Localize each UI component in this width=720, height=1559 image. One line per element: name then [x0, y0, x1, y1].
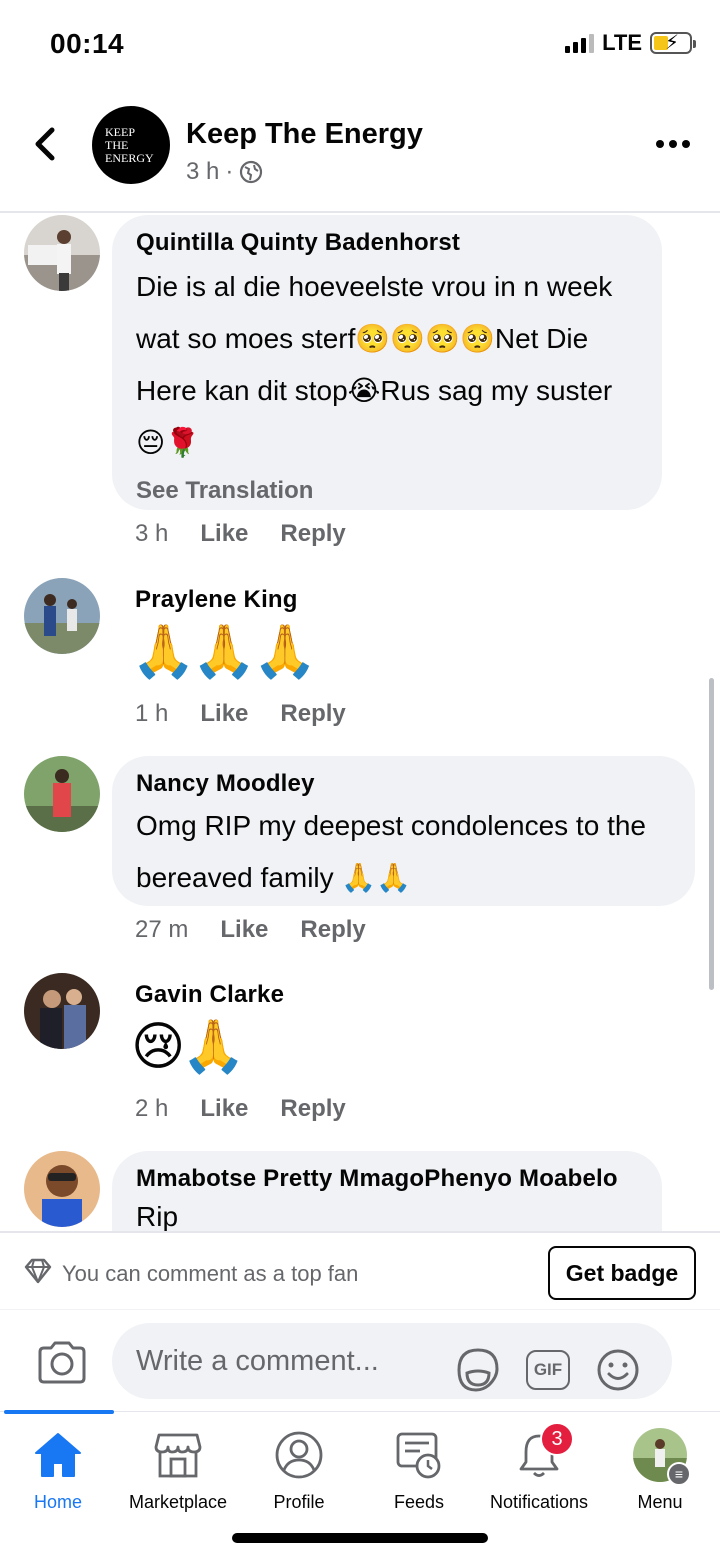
scrollbar[interactable]	[709, 678, 714, 990]
comment-author[interactable]: Quintilla Quinty Badenhorst	[136, 229, 638, 257]
menu-avatar: ≡	[633, 1428, 691, 1486]
avatar[interactable]	[24, 973, 100, 1049]
feeds-icon	[392, 1428, 446, 1482]
post-time: 3 h	[186, 158, 220, 185]
page-name[interactable]: Keep The Energy	[186, 118, 423, 151]
diamond-icon	[24, 1258, 52, 1284]
status-time: 00:14	[50, 28, 125, 59]
get-badge-button[interactable]: Get badge	[548, 1246, 696, 1300]
dot	[682, 140, 690, 148]
reply-button[interactable]: Reply	[280, 520, 345, 548]
comment-text: Die is al die hoeveelste vrou in n week …	[136, 271, 613, 458]
comment-author[interactable]: Praylene King	[135, 586, 313, 614]
chevron-left-icon	[35, 127, 55, 161]
comment-body[interactable]: Praylene King 🙏🙏🙏	[131, 586, 317, 684]
battery-icon: ⚡	[650, 32, 696, 54]
nav-label: Feeds	[393, 1492, 445, 1512]
profile-icon	[272, 1428, 326, 1482]
comment-actions: 1 h Like Reply	[135, 700, 346, 728]
sticker-icon	[457, 1348, 499, 1392]
dot	[656, 140, 664, 148]
meta-separator: ·	[225, 158, 234, 185]
nav-label: Profile	[273, 1492, 325, 1512]
comment-author[interactable]: Nancy Moodley	[136, 770, 671, 798]
like-button[interactable]: Like	[200, 700, 248, 728]
comment-time: 2 h	[135, 1095, 169, 1122]
nav-menu[interactable]: ≡ Menu	[600, 1428, 720, 1513]
status-icons: LTE ⚡	[565, 30, 696, 56]
comment-author[interactable]: Mmabotse Pretty MmagoPhenyo Moabelo	[136, 1165, 638, 1193]
page-logo[interactable]: KEEP THE ENERGY	[92, 106, 170, 184]
globe-icon	[240, 160, 263, 184]
marketplace-icon	[151, 1428, 205, 1482]
post-meta: 3 h ·	[186, 158, 263, 186]
see-translation-link[interactable]: See Translation	[136, 477, 638, 505]
comment-author[interactable]: Gavin Clarke	[135, 981, 284, 1009]
avatar[interactable]	[24, 756, 100, 832]
top-fan-banner: You can comment as a top fan Get badge	[0, 1231, 720, 1309]
gif-button[interactable]: GIF	[524, 1346, 572, 1394]
comment-text: Rip	[136, 1201, 179, 1231]
comment-emoji: 😢🙏	[131, 1018, 246, 1076]
bell-icon: 3	[512, 1422, 574, 1482]
active-tab-indicator	[4, 1410, 114, 1414]
like-button[interactable]: Like	[220, 916, 268, 944]
signal-icon	[565, 33, 595, 53]
nav-profile[interactable]: Profile	[239, 1428, 359, 1513]
home-icon	[31, 1428, 85, 1482]
nav-home[interactable]: Home	[0, 1428, 118, 1513]
composer-actions: GIF	[454, 1346, 642, 1394]
top-fan-text: You can comment as a top fan	[62, 1261, 359, 1286]
comment-bubble[interactable]: Nancy Moodley Omg RIP my deepest condole…	[112, 756, 695, 906]
reply-button[interactable]: Reply	[280, 1095, 345, 1123]
menu-lines-icon: ≡	[667, 1462, 691, 1486]
dot	[669, 140, 677, 148]
nav-label: Home	[33, 1492, 82, 1512]
comment-bubble[interactable]: Mmabotse Pretty MmagoPhenyo Moabelo Rip	[112, 1151, 662, 1231]
comment-actions: 2 h Like Reply	[135, 1095, 346, 1123]
nav-label: Notifications	[489, 1492, 589, 1512]
nav-marketplace[interactable]: Marketplace	[118, 1428, 238, 1513]
status-bar: 00:14 LTE ⚡	[0, 0, 720, 90]
comments-list[interactable]: Quintilla Quinty Badenhorst Die is al di…	[0, 213, 720, 1231]
nav-label: Menu	[637, 1492, 683, 1512]
post-header: KEEP THE ENERGY Keep The Energy 3 h ·	[0, 90, 720, 213]
gif-icon: GIF	[526, 1350, 570, 1390]
reply-button[interactable]: Reply	[300, 916, 365, 944]
avatar[interactable]	[24, 1151, 100, 1227]
sticker-button[interactable]	[454, 1346, 502, 1394]
home-indicator	[232, 1533, 488, 1543]
like-button[interactable]: Like	[200, 520, 248, 548]
comment-emoji: 🙏🙏🙏	[131, 623, 317, 681]
network-label: LTE	[602, 30, 642, 55]
comment-bubble[interactable]: Quintilla Quinty Badenhorst Die is al di…	[112, 215, 662, 510]
comment-actions: 27 m Like Reply	[135, 916, 366, 944]
notification-count-badge: 3	[540, 1422, 574, 1456]
comment-body[interactable]: Gavin Clarke 😢🙏	[131, 981, 284, 1079]
smiley-icon	[597, 1349, 639, 1391]
more-options-button[interactable]	[656, 140, 690, 148]
comment-composer: Write a comment... GIF	[0, 1309, 720, 1411]
back-button[interactable]	[28, 124, 64, 164]
avatar[interactable]	[24, 215, 100, 291]
comment-actions: 3 h Like Reply	[135, 520, 346, 548]
comment-time: 3 h	[135, 520, 169, 547]
nav-label: Marketplace	[128, 1492, 228, 1512]
camera-icon[interactable]	[36, 1340, 88, 1384]
avatar[interactable]	[24, 578, 100, 654]
like-button[interactable]: Like	[200, 1095, 248, 1123]
comment-time: 27 m	[135, 916, 189, 943]
reply-button[interactable]: Reply	[280, 700, 345, 728]
comment-text: Omg RIP my deepest condolences to the be…	[136, 810, 646, 893]
nav-feeds[interactable]: Feeds	[359, 1428, 479, 1513]
emoji-button[interactable]	[594, 1346, 642, 1394]
nav-notifications[interactable]: 3 Notifications	[479, 1422, 599, 1513]
comment-time: 1 h	[135, 700, 169, 727]
